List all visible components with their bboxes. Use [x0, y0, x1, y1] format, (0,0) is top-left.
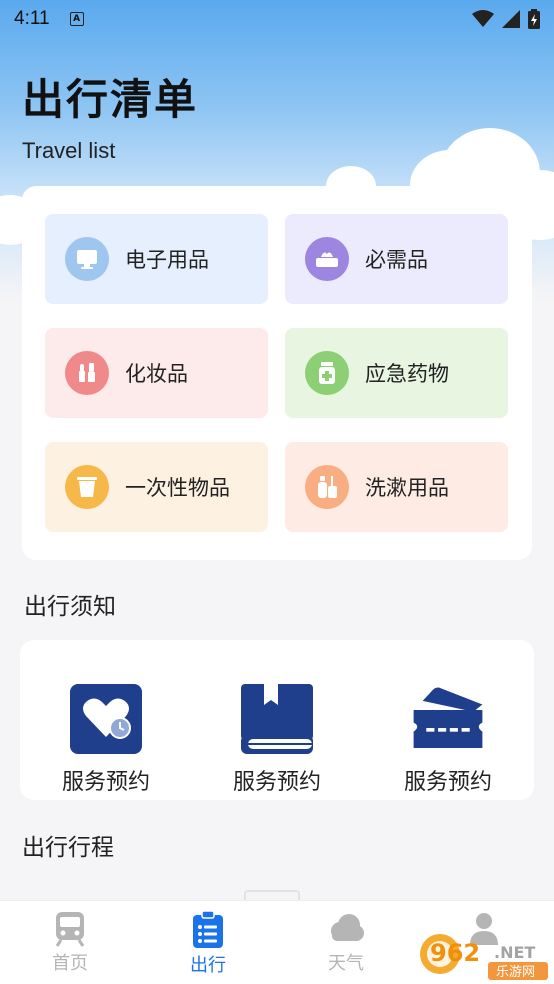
tab-label: 首页	[52, 953, 88, 974]
category-label: 化妆品	[125, 362, 188, 386]
service-item[interactable]: 服务预约	[41, 682, 171, 796]
disposable-cup-icon	[65, 465, 109, 509]
tab-home[interactable]: 首页	[20, 911, 120, 975]
monitor-icon	[65, 237, 109, 281]
calendar-peek-icon	[244, 890, 300, 900]
svg-text:962: 962	[430, 939, 480, 967]
status-time: 4:11	[14, 8, 50, 29]
svg-text:.NET: .NET	[494, 943, 535, 962]
category-label: 洗漱用品	[365, 476, 449, 500]
watermark-logo: 962 .NET 乐游网	[418, 928, 550, 982]
page-title: 出行清单	[22, 75, 199, 124]
travel-list-card: 电子用品 必需品 化妆品 应急药物 一次性物品 洗漱用品	[22, 186, 532, 560]
battery-icon	[528, 9, 540, 29]
book-icon	[239, 682, 315, 756]
wifi-icon	[472, 10, 494, 27]
service-label: 服务预约	[232, 770, 321, 795]
notification-icon: A	[69, 12, 84, 26]
cosmetics-icon	[65, 351, 109, 395]
tab-label: 出行	[190, 955, 226, 976]
category-label: 必需品	[365, 248, 428, 272]
clipboard-list-icon	[193, 911, 223, 948]
tab-travel[interactable]: 出行	[158, 911, 258, 977]
section-title-itinerary: 出行行程	[22, 835, 114, 861]
status-bar: 4:11 A	[0, 0, 554, 38]
train-icon	[55, 912, 85, 947]
category-cosmetics[interactable]: 化妆品	[45, 328, 268, 418]
category-electronics[interactable]: 电子用品	[45, 214, 268, 304]
status-icons	[472, 9, 540, 29]
cloud-icon	[331, 914, 364, 941]
travel-notice-card: 服务预约 服务预约 服务预约	[20, 640, 534, 800]
tissue-box-icon	[305, 237, 349, 281]
svg-text:乐游网: 乐游网	[496, 965, 535, 980]
tab-weather[interactable]: 天气	[296, 911, 396, 975]
category-label: 电子用品	[125, 248, 209, 272]
service-label: 服务预约	[403, 770, 492, 795]
tab-label: 天气	[328, 953, 364, 974]
signal-icon	[502, 10, 520, 28]
category-emergency-medicine[interactable]: 应急药物	[285, 328, 508, 418]
service-item[interactable]: 服务预约	[383, 682, 513, 796]
category-essentials[interactable]: 必需品	[285, 214, 508, 304]
heart-clock-icon	[68, 682, 144, 756]
category-label: 一次性物品	[125, 476, 230, 500]
service-label: 服务预约	[61, 770, 150, 795]
page-subtitle: Travel list	[22, 138, 116, 163]
category-label: 应急药物	[365, 362, 449, 386]
medicine-bottle-icon	[305, 351, 349, 395]
service-item[interactable]: 服务预约	[212, 682, 342, 796]
ticket-icon	[410, 682, 486, 756]
section-title-notice: 出行须知	[24, 594, 116, 620]
category-disposables[interactable]: 一次性物品	[45, 442, 268, 532]
toiletries-icon	[305, 465, 349, 509]
category-toiletries[interactable]: 洗漱用品	[285, 442, 508, 532]
